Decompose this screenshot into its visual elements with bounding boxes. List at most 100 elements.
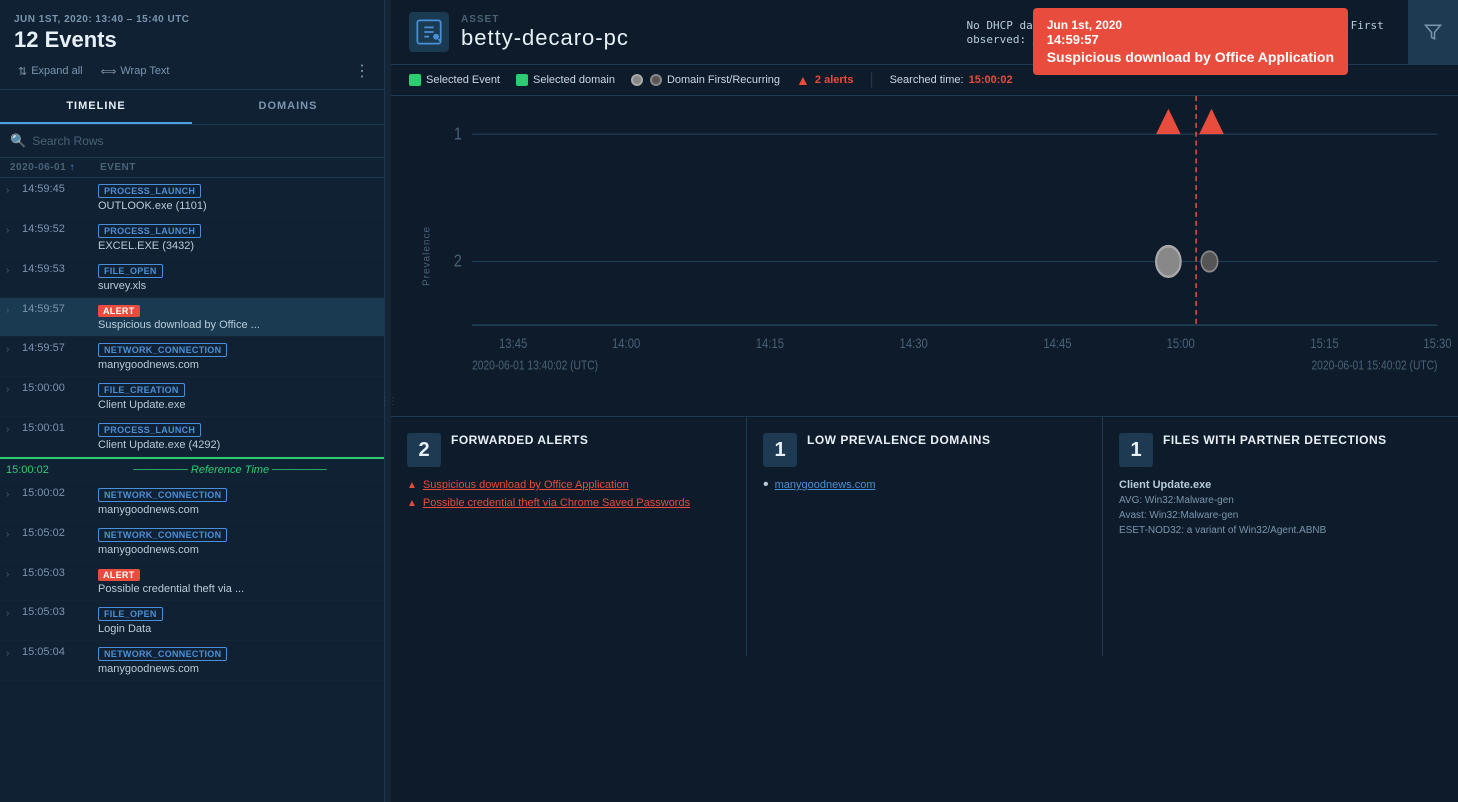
y-axis-label: Prevalence (422, 226, 433, 286)
legend-alerts: ▲ 2 alerts (796, 72, 853, 88)
event-time: 14:59:52 (22, 223, 92, 235)
filter-button[interactable] (1408, 0, 1458, 64)
domain-link-1[interactable]: manygoodnews.com (775, 479, 876, 491)
table-row[interactable]: › 15:00:02 NETWORK_CONNECTION manygoodne… (0, 482, 384, 522)
forwarded-alerts-card: 2 FORWARDED ALERTS ▲ Suspicious download… (391, 417, 747, 656)
column-headers: 2020-06-01 ↑ EVENT (0, 158, 384, 178)
event-time: 15:05:04 (22, 646, 92, 658)
event-name: Possible credential theft via ... (98, 583, 378, 595)
more-options-icon[interactable]: ⋮ (354, 61, 370, 81)
legend-selected-event: Selected Event (409, 74, 500, 86)
event-content: NETWORK_CONNECTION manygoodnews.com (98, 487, 378, 516)
event-name: EXCEL.EXE (3432) (98, 240, 378, 252)
asset-icon (409, 12, 449, 52)
table-row[interactable]: › 14:59:57 NETWORK_CONNECTION manygoodne… (0, 337, 384, 377)
event-time: 15:00:00 (22, 382, 92, 394)
bottom-panels: 2 FORWARDED ALERTS ▲ Suspicious download… (391, 416, 1458, 656)
ref-time-label: ─────── Reference Time ─────── (82, 464, 378, 476)
svg-text:15:15: 15:15 (1310, 335, 1338, 352)
svg-text:14:00: 14:00 (612, 335, 640, 352)
event-content: FILE_CREATION Client Update.exe (98, 382, 378, 411)
list-item: Avast: Win32:Malware-gen (1119, 508, 1442, 523)
domains-list: • manygoodnews.com (763, 479, 1086, 492)
wrap-text-button[interactable]: ⟺ Wrap Text (97, 63, 174, 80)
domain-first-label: Domain First/Recurring (667, 74, 780, 86)
event-time: 14:59:57 (22, 303, 92, 315)
selected-event-color (409, 74, 421, 86)
expand-arrow-icon: › (6, 344, 18, 355)
event-badge: NETWORK_CONNECTION (98, 343, 227, 357)
detection-engines: AVG: Win32:Malware-genAvast: Win32:Malwa… (1119, 493, 1442, 538)
legend-domain-first: Domain First/Recurring (631, 74, 780, 86)
events-count: 12 Events (14, 27, 370, 53)
event-time: 14:59:57 (22, 342, 92, 354)
selected-event-label: Selected Event (426, 74, 500, 86)
right-panel: ASSET betty-decaro-pc No DHCP data found… (391, 0, 1458, 802)
expand-arrow-icon: › (6, 489, 18, 500)
table-row[interactable]: › 15:05:04 NETWORK_CONNECTION manygoodne… (0, 641, 384, 681)
table-row[interactable]: › 15:05:03 FILE_OPEN Login Data (0, 601, 384, 641)
alert-triangle-1 (1156, 109, 1181, 134)
tab-domains[interactable]: DOMAINS (192, 90, 384, 124)
domains-title: LOW PREVALENCE DOMAINS (807, 433, 990, 449)
search-input[interactable] (32, 134, 374, 148)
event-content: NETWORK_CONNECTION manygoodnews.com (98, 527, 378, 556)
event-name: Suspicious download by Office ... (98, 319, 378, 331)
event-content: ALERT Suspicious download by Office ... (98, 303, 378, 331)
event-time: 14:59:45 (22, 183, 92, 195)
search-icon: 🔍 (10, 133, 26, 149)
table-row[interactable]: › 14:59:53 FILE_OPEN survey.xls (0, 258, 384, 298)
ref-time: 15:00:02 (6, 464, 76, 476)
event-content: FILE_OPEN Login Data (98, 606, 378, 635)
event-content: PROCESS_LAUNCH EXCEL.EXE (3432) (98, 223, 378, 252)
table-row[interactable]: › 15:05:03 ALERT Possible credential the… (0, 562, 384, 601)
table-row[interactable]: › 15:05:02 NETWORK_CONNECTION manygoodne… (0, 522, 384, 562)
col-date: 2020-06-01 ↑ (10, 162, 100, 173)
alert-bullet-icon: ▲ (407, 480, 417, 491)
svg-text:14:45: 14:45 (1043, 335, 1071, 352)
tab-timeline[interactable]: TIMELINE (0, 90, 192, 124)
expand-arrow-icon: › (6, 265, 18, 276)
event-name: manygoodnews.com (98, 504, 378, 516)
event-time: 15:05:03 (22, 606, 92, 618)
event-time: 15:05:03 (22, 567, 92, 579)
event-name: Client Update.exe (98, 399, 378, 411)
expand-arrow-icon: › (6, 384, 18, 395)
asset-header: ASSET betty-decaro-pc No DHCP data found… (391, 0, 1458, 65)
event-badge: NETWORK_CONNECTION (98, 647, 227, 661)
alert-triangle-icon: ▲ (796, 72, 810, 88)
event-name: Client Update.exe (4292) (98, 439, 378, 451)
svg-text:2020-06-01 13:40:02 (UTC): 2020-06-01 13:40:02 (UTC) (472, 360, 598, 373)
event-badge: NETWORK_CONNECTION (98, 488, 227, 502)
alert-tooltip: Jun 1st, 2020 14:59:57 Suspicious downlo… (1033, 8, 1348, 75)
table-row[interactable]: › 14:59:45 PROCESS_LAUNCH OUTLOOK.exe (1… (0, 178, 384, 218)
svg-text:13:45: 13:45 (499, 335, 527, 352)
table-row[interactable]: › 14:59:57 ALERT Suspicious download by … (0, 298, 384, 337)
expand-all-button[interactable]: ⇅ Expand all (14, 63, 87, 80)
detection-file-name: Client Update.exe (1119, 479, 1442, 491)
tooltip-time: 14:59:57 (1047, 32, 1334, 47)
asset-label: ASSET (461, 14, 935, 25)
left-header: JUN 1ST, 2020: 13:40 – 15:40 UTC 12 Even… (0, 0, 384, 90)
table-row[interactable]: › 15:00:01 PROCESS_LAUNCH Client Update.… (0, 417, 384, 457)
event-content: PROCESS_LAUNCH Client Update.exe (4292) (98, 422, 378, 451)
domain-first-color (631, 74, 643, 86)
table-row[interactable]: › 14:59:52 PROCESS_LAUNCH EXCEL.EXE (343… (0, 218, 384, 258)
list-item: • manygoodnews.com (763, 479, 1086, 492)
svg-text:14:15: 14:15 (756, 335, 784, 352)
alerts-list: ▲ Suspicious download by Office Applicat… (407, 479, 730, 509)
alert-triangle-2 (1199, 109, 1224, 134)
event-name: survey.xls (98, 280, 378, 292)
alert-bullet-icon: ▲ (407, 498, 417, 509)
asset-name: betty-decaro-pc (461, 25, 935, 51)
alert-link-2[interactable]: Possible credential theft via Chrome Sav… (423, 497, 690, 509)
selected-domain-color (516, 74, 528, 86)
domain-bullet-icon: • (763, 479, 769, 492)
list-item: ▲ Possible credential theft via Chrome S… (407, 497, 730, 509)
table-row[interactable]: › 15:00:00 FILE_CREATION Client Update.e… (0, 377, 384, 417)
chart-area: Prevalence 1 2 13:45 14:00 14:15 14:30 1… (391, 96, 1458, 416)
alerts-count: 2 (407, 433, 441, 467)
domain-recurring-color (650, 74, 662, 86)
event-time: 15:05:02 (22, 527, 92, 539)
alert-link-1[interactable]: Suspicious download by Office Applicatio… (423, 479, 629, 491)
